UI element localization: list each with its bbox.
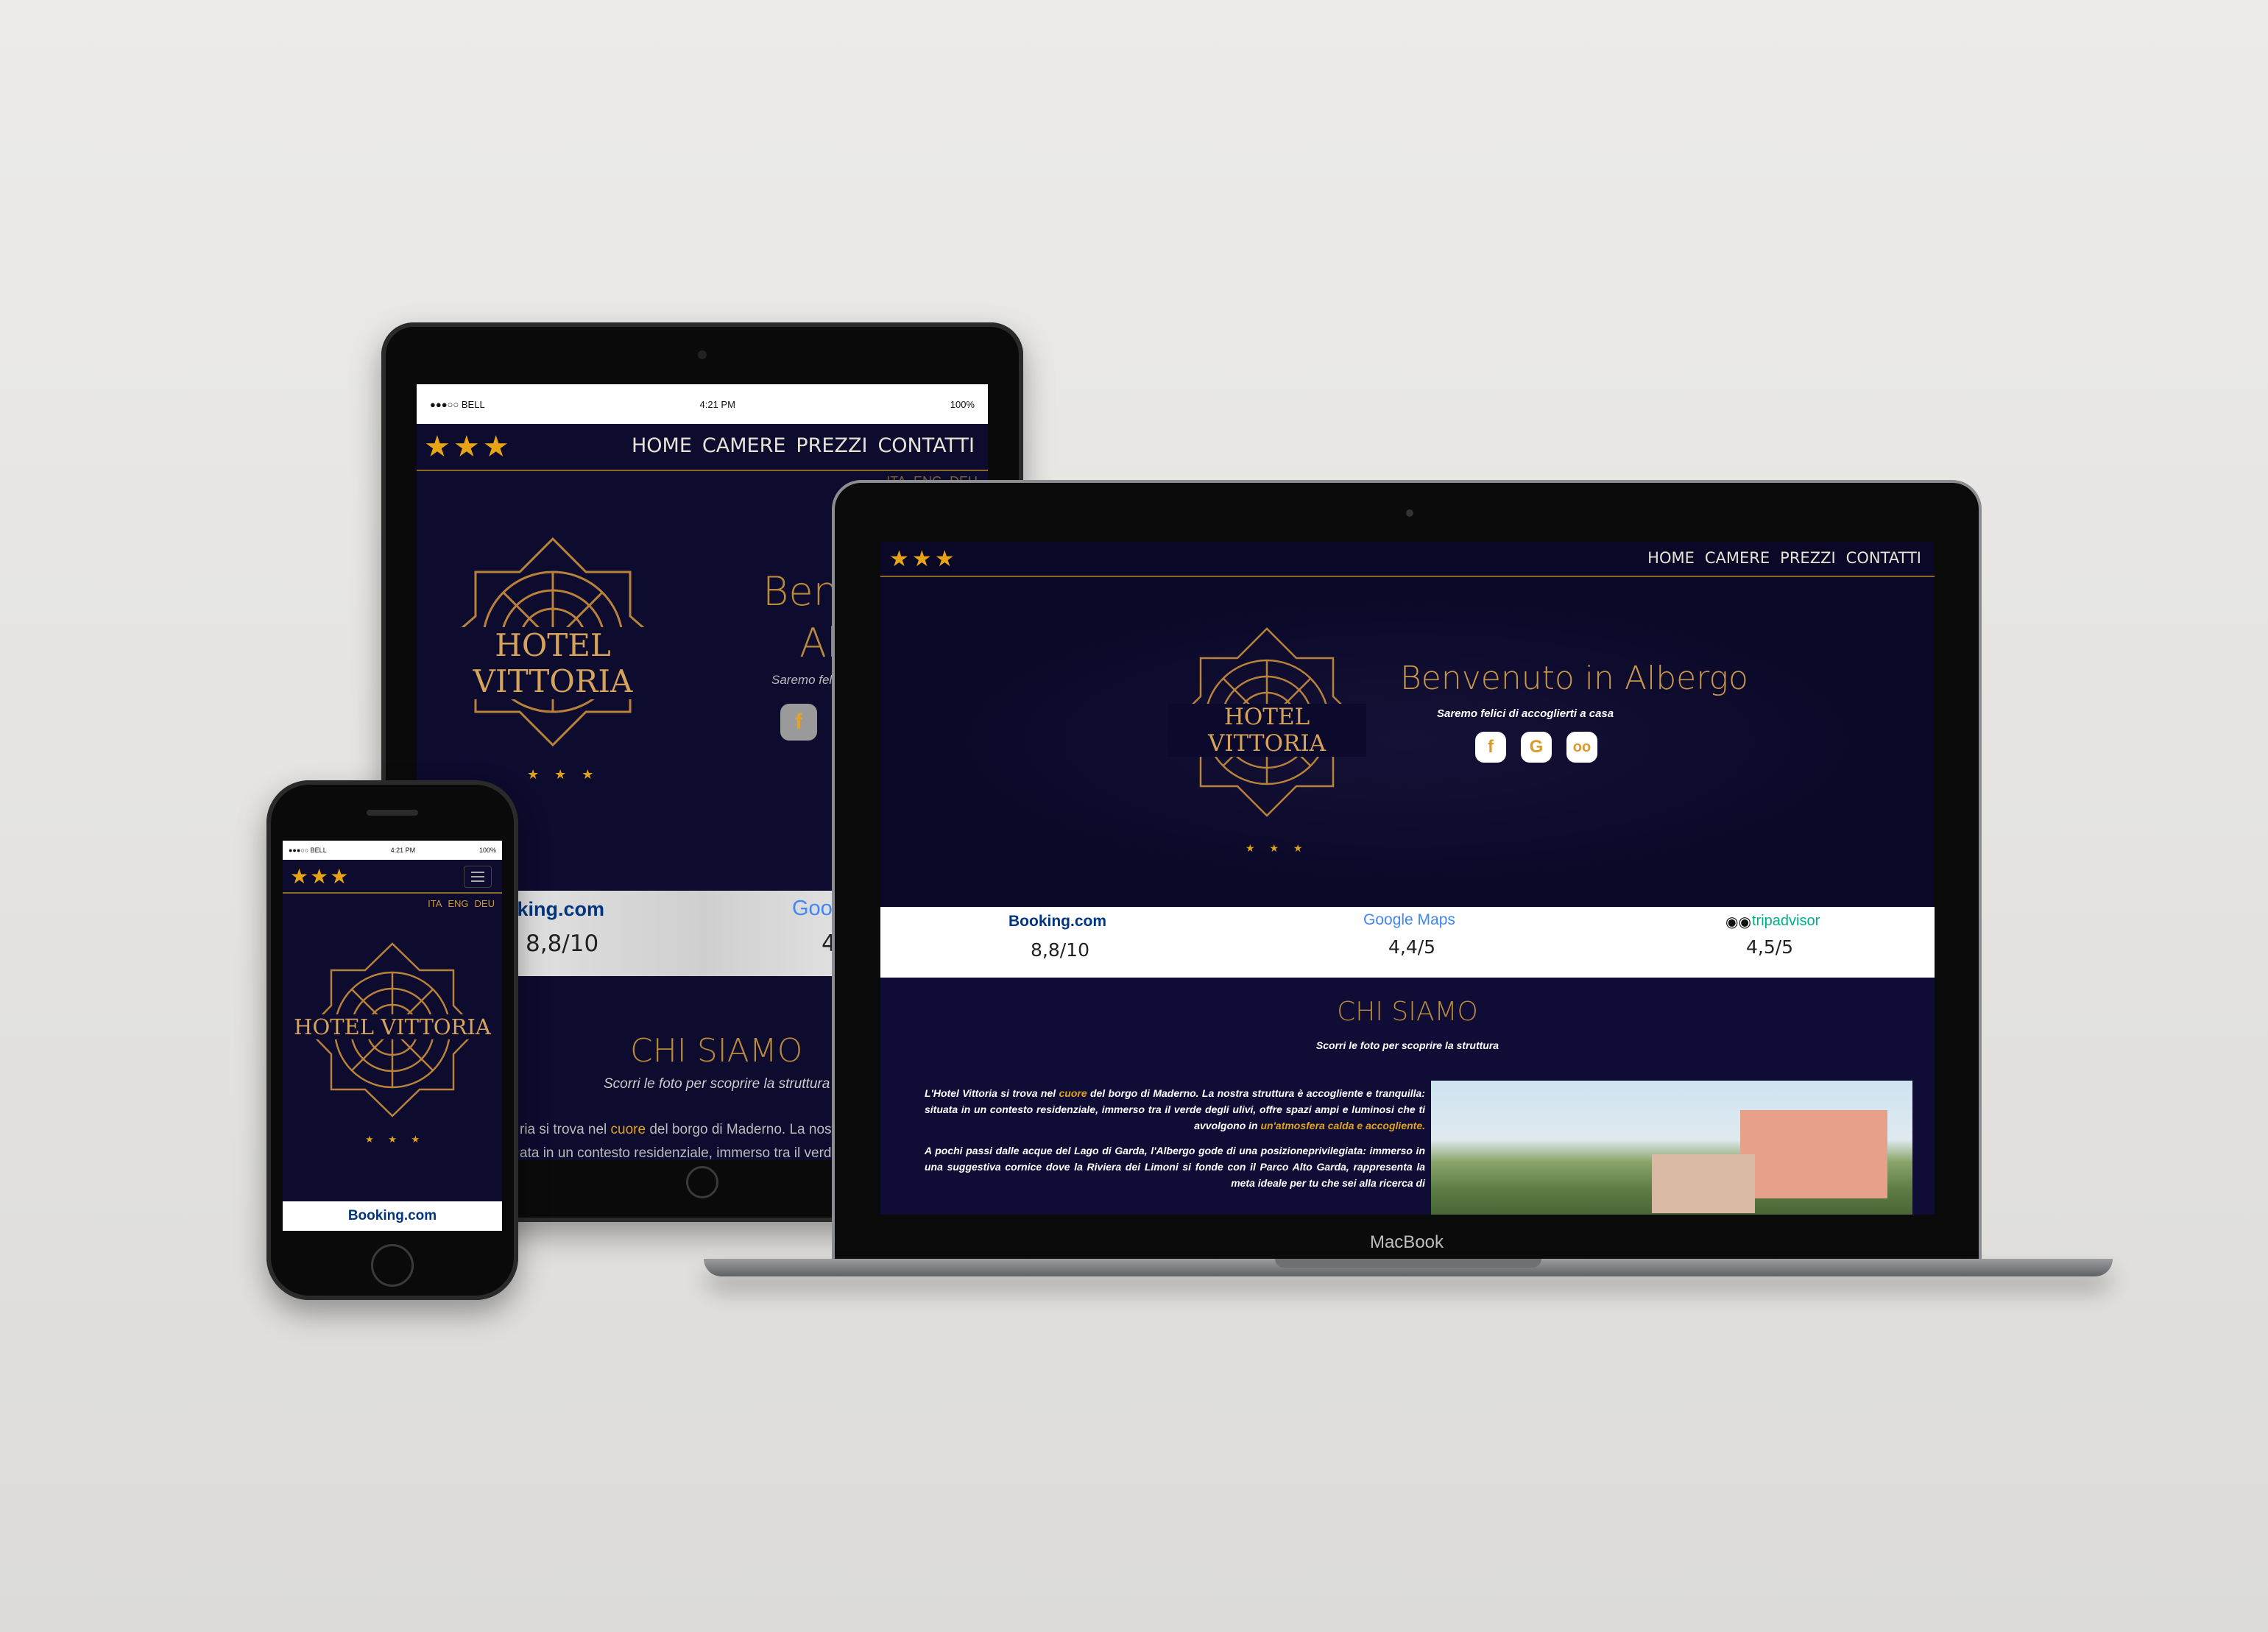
lang-ita[interactable]: ITA [428,898,442,909]
tablet-about-line1: ria si trova nel cuore del borgo di Made… [520,1122,868,1137]
about-photo[interactable] [1431,1081,1912,1215]
tablet-hotel-name: HOTEL VITTORIA [424,627,682,699]
macbook-label: MacBook [1369,1232,1444,1252]
tablet-about-line2: ata in un contesto residenziale, immerso… [520,1145,873,1160]
google-maps-label[interactable]: Google Maps [1363,911,1455,929]
laptop-stars: ★★★ [889,547,958,571]
laptop-about: CHI SIAMO Scorri le foto per scoprire la… [880,978,1935,1215]
phone-hotel-name: HOTEL VITTORIA [290,1014,495,1039]
laptop-lid: MacBook ★★★ HOME CAMERE PREZZI CONTATTI … [832,480,1982,1266]
hamburger-menu-icon[interactable] [464,866,492,888]
tripadvisor-icon: ◉◉ [1725,914,1751,930]
phone-home-button[interactable] [371,1244,414,1287]
laptop-hotel-name: HOTEL VITTORIA [1167,704,1366,757]
nav-prices[interactable]: PREZZI [1780,549,1836,567]
photo-building [1740,1110,1887,1198]
phone-booking-label[interactable]: Booking.com [348,1208,437,1223]
carrier-text: ●●●○○ BELL [430,398,485,410]
facebook-icon[interactable]: f [1475,732,1506,763]
booking-value: 8,8/10 [1031,939,1089,961]
phone-screen: ●●●○○ BELL 4:21 PM 100% ★★★ ITA ENG DEU [283,841,502,1231]
nav-prices[interactable]: PREZZI [796,434,867,457]
nav-home[interactable]: HOME [1647,549,1695,567]
tablet-logo-stars: ★ ★ ★ [527,767,600,782]
google-icon[interactable]: G [1521,732,1552,763]
tripadvisor-icon[interactable]: oo [1566,732,1597,763]
tripadvisor-value: 4,5/5 [1746,936,1794,958]
tripadvisor-label[interactable]: tripadvisor [1752,913,1820,930]
laptop-camera [1406,509,1413,517]
nav-rooms[interactable]: CAMERE [702,434,786,457]
tablet-camera [698,350,707,359]
phone-speaker [367,810,418,816]
lang-deu[interactable]: DEU [475,898,495,909]
laptop-hero-title: Benvenuto in Albergo [1400,660,1748,697]
google-value: 4,4/5 [1388,936,1436,958]
booking-label[interactable]: Booking.com [1008,913,1106,930]
laptop-logo-stars: ★ ★ ★ [1246,842,1309,854]
phone-lang-switch: ITA ENG DEU [428,898,495,909]
laptop-hero-subtitle: Saremo felici di accoglierti a casa [1437,707,1614,720]
laptop-base [704,1259,2113,1276]
tablet-stars: ★★★ [424,431,512,463]
phone-header: ★★★ [283,860,502,894]
nav-rooms[interactable]: CAMERE [1705,549,1770,567]
phone-booking-band: Booking.com [283,1201,502,1231]
tablet-nav: HOME CAMERE PREZZI CONTATTI [632,434,975,457]
laptop-header: ★★★ HOME CAMERE PREZZI CONTATTI [880,542,1935,577]
laptop-hero: HOTEL VITTORIA ★ ★ ★ Benvenuto in Alberg… [880,579,1935,902]
tablet-booking-value: 8,8/10 [526,930,599,957]
laptop-screen: ★★★ HOME CAMERE PREZZI CONTATTI ITA ENG … [880,542,1935,1215]
phone-stars: ★★★ [290,865,350,888]
phone-device: ●●●○○ BELL 4:21 PM 100% ★★★ ITA ENG DEU [266,780,518,1300]
tablet-header: ★★★ HOME CAMERE PREZZI CONTATTI [417,424,988,471]
about-subtitle: Scorri le foto per scoprire la struttura [1315,1039,1499,1051]
lang-eng[interactable]: ENG [448,898,468,909]
nav-home[interactable]: HOME [632,434,692,457]
laptop-notch [1275,1259,1541,1268]
battery-text: 100% [950,398,975,410]
tablet-hero-subtitle: Saremo felic [771,673,841,687]
tablet-about-title: CHI SIAMO [630,1032,803,1070]
about-text: L'Hotel Vittoria si trova nel cuore del … [925,1087,1425,1189]
tablet-status-bar: ●●●○○ BELL 4:21 PM 100% [417,384,988,424]
laptop-nav: HOME CAMERE PREZZI CONTATTI [1647,549,1921,567]
nav-contacts[interactable]: CONTATTI [877,434,975,457]
photo-building [1652,1154,1755,1213]
phone-status-bar: ●●●○○ BELL 4:21 PM 100% [283,841,502,860]
laptop-ratings-band: Booking.com 8,8/10 Google Maps 4,4/5 ◉◉ … [880,907,1935,978]
tablet-google-label: Goo [792,897,833,920]
tablet-facebook-icon[interactable]: f [780,704,817,741]
tablet-home-button[interactable] [686,1166,718,1198]
about-title: CHI SIAMO [1337,997,1478,1027]
nav-contacts[interactable]: CONTATTI [1846,549,1921,567]
tablet-about-subtitle: Scorri le foto per scoprire la struttura [604,1076,830,1092]
clock-text: 4:21 PM [699,398,735,410]
tablet-booking-label: oking.com [505,898,605,920]
phone-logo-stars: ★ ★ ★ [365,1134,426,1145]
